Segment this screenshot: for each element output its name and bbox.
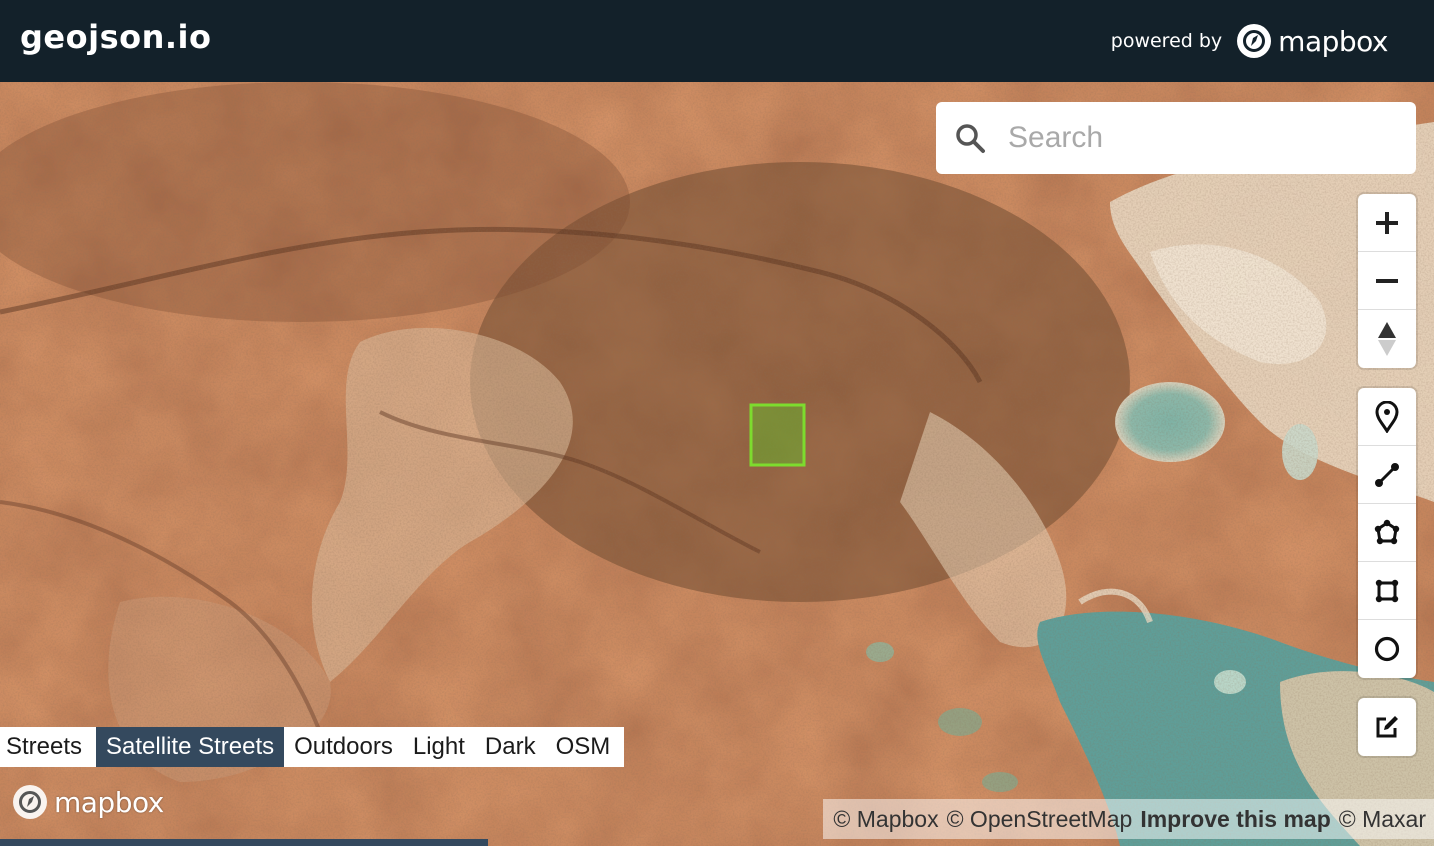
edit-icon: [1376, 716, 1398, 738]
rectangle-icon: [1375, 579, 1399, 602]
navigation-controls: [1358, 194, 1416, 368]
app-title[interactable]: geojson.io: [20, 18, 211, 56]
drawn-rectangle-feature: [749, 403, 806, 467]
mapbox-logo[interactable]: mapbox: [1236, 23, 1388, 59]
mapbox-logo-icon: [1237, 24, 1272, 58]
draw-circle-button[interactable]: [1358, 620, 1416, 678]
mapbox-logo-icon: [13, 785, 47, 819]
draw-polygon-button[interactable]: [1358, 504, 1416, 562]
draw-line-button[interactable]: [1358, 446, 1416, 504]
edit-button[interactable]: [1358, 698, 1416, 756]
line-icon: [1375, 462, 1399, 487]
improve-map-link[interactable]: Improve this map: [1140, 806, 1330, 833]
loading-progress-bar: [0, 839, 488, 846]
search-input[interactable]: [1006, 120, 1390, 156]
zoom-in-button[interactable]: [1358, 194, 1416, 252]
edit-controls: [1358, 698, 1416, 756]
style-option-satellite-streets[interactable]: Satellite Streets: [96, 727, 285, 767]
map-canvas[interactable]: Streets Satellite Streets Outdoors Light…: [0, 82, 1434, 846]
circle-icon: [1374, 636, 1400, 662]
top-bar: geojson.io powered by mapbox: [0, 0, 1434, 82]
draw-controls: [1358, 388, 1416, 678]
powered-by: powered by mapbox: [1111, 22, 1388, 60]
powered-by-label: powered by: [1110, 30, 1223, 52]
style-option-streets[interactable]: Streets: [0, 727, 92, 767]
draw-point-button[interactable]: [1358, 388, 1416, 446]
mapbox-wordmark: mapbox: [1278, 24, 1388, 58]
style-option-outdoors[interactable]: Outdoors: [288, 727, 403, 767]
attribution-osm-link[interactable]: © OpenStreetMap: [947, 806, 1133, 833]
plus-icon: [1376, 211, 1398, 234]
compass-icon: [1378, 322, 1396, 356]
map-style-switcher: Streets Satellite Streets Outdoors Light…: [0, 727, 625, 767]
search-box[interactable]: [936, 102, 1416, 174]
draw-rectangle-button[interactable]: [1358, 562, 1416, 620]
polygon-icon: [1374, 519, 1400, 544]
compass-button[interactable]: [1358, 310, 1416, 368]
search-icon: [956, 124, 985, 153]
zoom-out-button[interactable]: [1358, 252, 1416, 310]
style-option-dark[interactable]: Dark: [479, 727, 546, 767]
map-mapbox-logo[interactable]: mapbox: [12, 784, 164, 820]
attribution-maxar-link[interactable]: © Maxar: [1339, 806, 1426, 833]
style-option-light[interactable]: Light: [407, 727, 475, 767]
map-attribution: © Mapbox © OpenStreetMap Improve this ma…: [823, 799, 1434, 839]
mapbox-wordmark: mapbox: [54, 785, 164, 819]
marker-icon: [1375, 400, 1399, 433]
minus-icon: [1376, 278, 1398, 283]
attribution-mapbox-link[interactable]: © Mapbox: [833, 806, 938, 833]
style-option-osm[interactable]: OSM: [550, 727, 621, 767]
